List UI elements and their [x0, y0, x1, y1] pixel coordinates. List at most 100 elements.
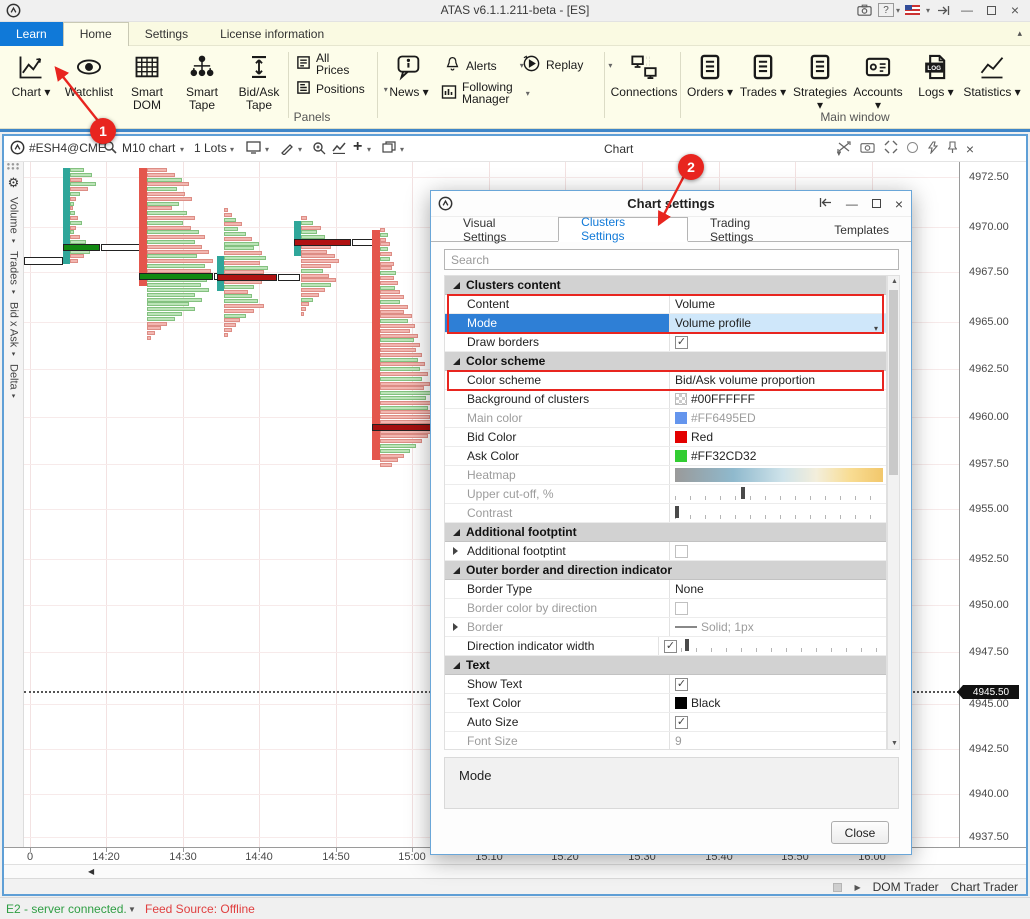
slider-handle[interactable]	[685, 639, 689, 651]
setting-row-color-scheme[interactable]: Color schemeBid/Ask volume proportion	[445, 371, 886, 390]
setting-row-contrast[interactable]: Contrast	[445, 504, 886, 523]
add-indicator-icon[interactable]: +	[353, 138, 362, 156]
row-expand-icon[interactable]	[453, 623, 458, 631]
settings-search-input[interactable]	[444, 249, 899, 270]
setting-row-background-of-clusters[interactable]: Background of clusters#00FFFFFF	[445, 390, 886, 409]
ribbon-button-statistics[interactable]: Statistics ▾	[962, 50, 1022, 99]
footer-panel-icon[interactable]	[833, 883, 842, 892]
setting-row-border-color-by-direction[interactable]: Border color by direction	[445, 599, 886, 618]
chart-hscrollbar[interactable]: ◀	[4, 864, 1026, 878]
checkbox-checked[interactable]: ✓	[675, 336, 688, 349]
settings-group-additional-footptint[interactable]: Additional footptint	[445, 523, 886, 542]
scrollbar-down-icon[interactable]: ▼	[891, 740, 898, 747]
checkbox-checked[interactable]: ✓	[675, 716, 688, 729]
connection-caret-icon[interactable]: ▼	[128, 905, 136, 914]
maximize-button[interactable]	[980, 2, 1002, 18]
footer-expand-icon[interactable]: ▶	[854, 883, 860, 892]
positions-caret-icon[interactable]: ▾	[384, 85, 388, 94]
indicators-icon[interactable]	[332, 141, 347, 157]
setting-value[interactable]: ✓	[670, 675, 886, 693]
dialog-tab-clusters-settings[interactable]: Clusters Settings	[558, 217, 688, 242]
slider[interactable]	[675, 506, 880, 520]
checkbox-unchecked[interactable]	[675, 545, 688, 558]
tab-license-information[interactable]: License information	[204, 22, 340, 46]
chart-trader-toggle[interactable]: Chart Trader	[951, 880, 1018, 894]
setting-value[interactable]: Volume	[670, 295, 886, 313]
dom-trader-toggle[interactable]: DOM Trader	[873, 880, 939, 894]
timeframe-selector[interactable]: M10 chart	[122, 141, 175, 155]
setting-value[interactable]: #FF32CD32	[670, 447, 886, 465]
setting-value[interactable]: Black	[670, 694, 886, 712]
timeframe-caret-icon[interactable]: ▾	[180, 145, 184, 154]
ribbon-button-alerts[interactable]: Alerts▾	[444, 55, 524, 76]
dialog-close-icon[interactable]: ×	[895, 196, 903, 212]
settings-group-clusters-content[interactable]: Clusters content	[445, 276, 886, 295]
setting-row-border[interactable]: BorderSolid; 1px	[445, 618, 886, 637]
minimize-button[interactable]: —	[956, 2, 978, 18]
clone-window-icon[interactable]	[382, 141, 396, 157]
connection-status[interactable]: E2 - server connected.	[6, 902, 127, 916]
checkbox-unchecked[interactable]	[675, 602, 688, 615]
ribbon-button-bidask-tape[interactable]: Bid/AskTape	[232, 50, 286, 112]
row-expand-icon[interactable]	[453, 547, 458, 555]
screenshot-icon[interactable]	[854, 2, 876, 18]
close-chart-icon[interactable]: ×	[966, 141, 974, 157]
scrollbar-up-icon[interactable]: ▲	[891, 278, 898, 285]
setting-row-upper-cut-off-[interactable]: Upper cut-off, %	[445, 485, 886, 504]
ribbon-button-accounts[interactable]: Accounts ▾	[850, 50, 906, 112]
setting-value[interactable]	[670, 485, 886, 503]
setting-row-bid-color[interactable]: Bid ColorRed	[445, 428, 886, 447]
chart-symbol[interactable]: #ESH4@CME	[29, 141, 106, 155]
layout-icon[interactable]	[246, 141, 261, 157]
setting-value[interactable]: ✓	[659, 637, 886, 655]
setting-value[interactable]: ✓	[670, 333, 886, 351]
settings-group-text[interactable]: Text	[445, 656, 886, 675]
slider-handle[interactable]	[741, 487, 745, 499]
dialog-close-button[interactable]: Close	[831, 821, 889, 844]
setting-row-main-color[interactable]: Main color#FF6495ED	[445, 409, 886, 428]
setting-row-content[interactable]: ContentVolume	[445, 295, 886, 314]
setting-value[interactable]	[670, 599, 886, 617]
setting-value[interactable]: Solid; 1px	[670, 618, 886, 636]
fullscreen-icon[interactable]	[884, 140, 898, 157]
setting-row-ask-color[interactable]: Ask Color#FF32CD32	[445, 447, 886, 466]
lots-selector[interactable]: 1 Lots	[194, 141, 227, 155]
scroll-left-icon[interactable]: ◀	[88, 867, 94, 876]
setting-row-show-text[interactable]: Show Text✓	[445, 675, 886, 694]
ribbon-button-following-manager[interactable]: FollowingManager▾	[441, 81, 530, 105]
dialog-pin-icon[interactable]	[819, 197, 832, 211]
setting-row-border-type[interactable]: Border TypeNone	[445, 580, 886, 599]
chart-settings-gear-icon[interactable]: ⚙	[4, 175, 23, 191]
lots-caret-icon[interactable]: ▾	[230, 145, 234, 154]
setting-row-font-size[interactable]: Font Size9	[445, 732, 886, 750]
ribbon-button-strategies[interactable]: Strategies ▾	[790, 50, 850, 112]
ribbon-button-logs[interactable]: LOGLogs ▾	[912, 50, 960, 99]
slider-handle[interactable]	[675, 506, 679, 518]
setting-value[interactable]: ✓	[670, 713, 886, 731]
dialog-minimize-button[interactable]: —	[846, 197, 858, 211]
language-caret-icon[interactable]: ▾	[926, 6, 930, 15]
settings-scrollbar[interactable]: ▲ ▼	[887, 275, 900, 750]
zoom-icon[interactable]	[312, 141, 326, 158]
ribbon-button-smart-dom[interactable]: SmartDOM	[122, 50, 172, 112]
dialog-tab-templates[interactable]: Templates	[812, 217, 911, 242]
dialog-tab-visual-settings[interactable]: Visual Settings	[441, 217, 558, 242]
add-caret-icon[interactable]: ▾	[367, 145, 371, 154]
checkbox-checked[interactable]: ✓	[664, 640, 677, 653]
replay-caret-icon[interactable]: ▾	[608, 61, 612, 70]
ribbon-button-orders[interactable]: Orders ▾	[684, 50, 736, 99]
ribbon-button-watchlist[interactable]: Watchlist	[58, 50, 120, 99]
draw-tool-icon[interactable]	[280, 141, 294, 158]
scrollbar-thumb[interactable]	[889, 290, 898, 475]
ribbon-button-positions[interactable]: Positions▾	[296, 80, 388, 98]
ribbon-button-replay[interactable]: Replay▾	[522, 54, 612, 76]
tab-settings[interactable]: Settings	[129, 22, 204, 46]
sidebar-item-trades[interactable]: Trades▾	[4, 251, 23, 296]
setting-row-draw-borders[interactable]: Draw borders✓	[445, 333, 886, 352]
layout-caret-icon[interactable]: ▾	[265, 145, 269, 154]
hotkeys-icon[interactable]	[927, 141, 939, 157]
setting-value[interactable]: Red	[670, 428, 886, 446]
sidebar-item-volume[interactable]: Volume▾	[4, 197, 23, 245]
help-caret-icon[interactable]: ▾	[896, 6, 900, 15]
slider[interactable]	[675, 487, 880, 501]
